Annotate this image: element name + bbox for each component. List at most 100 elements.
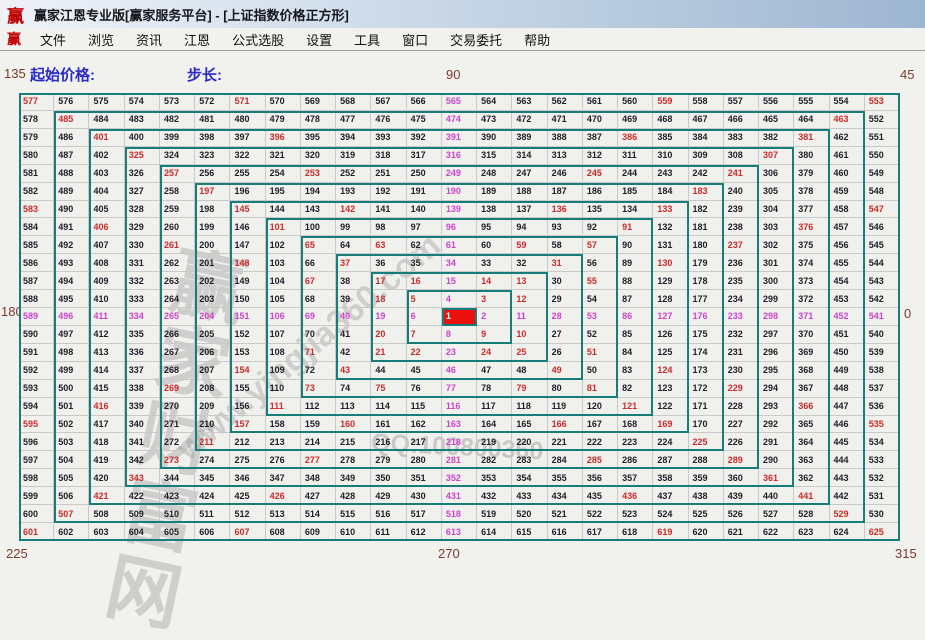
grid-cell: 592 (19, 362, 54, 380)
grid-cell: 375 (794, 236, 829, 254)
grid-cell: 354 (512, 469, 547, 487)
grid-cell: 319 (336, 147, 371, 165)
grid-cell: 614 (477, 523, 512, 541)
grid-cell: 44 (371, 362, 406, 380)
grid-cell: 7 (407, 326, 442, 344)
grid-cell: 511 (195, 505, 230, 523)
grid-cell: 86 (618, 308, 653, 326)
grid-cell: 150 (230, 290, 265, 308)
grid-cell: 22 (407, 344, 442, 362)
menu-item-7[interactable]: 窗口 (391, 28, 439, 51)
grid-cell: 47 (477, 362, 512, 380)
grid-cell: 372 (794, 290, 829, 308)
grid-cell: 584 (19, 218, 54, 236)
grid-cell: 391 (442, 129, 477, 147)
menu-item-0[interactable]: 文件 (29, 28, 77, 51)
grid-cell: 288 (689, 451, 724, 469)
grid-cell: 403 (89, 165, 124, 183)
grid-cell: 240 (724, 183, 759, 201)
grid-cell: 256 (195, 165, 230, 183)
grid-cell: 294 (759, 380, 794, 398)
menu-item-2[interactable]: 资讯 (125, 28, 173, 51)
grid-cell: 550 (865, 147, 900, 165)
grid-cell: 398 (195, 129, 230, 147)
grid-cell: 599 (19, 487, 54, 505)
grid-cell: 411 (89, 308, 124, 326)
grid-cell: 49 (548, 362, 583, 380)
menu-item-6[interactable]: 工具 (343, 28, 391, 51)
grid-cell: 134 (618, 201, 653, 219)
grid-cell: 312 (583, 147, 618, 165)
grid-cell: 76 (407, 380, 442, 398)
grid-cell: 299 (759, 290, 794, 308)
grid-cell: 526 (724, 505, 759, 523)
grid-cell: 455 (830, 254, 865, 272)
grid-cell: 96 (442, 218, 477, 236)
grid-cell: 432 (477, 487, 512, 505)
grid-cell: 77 (442, 380, 477, 398)
menu-item-4[interactable]: 公式选股 (221, 28, 295, 51)
grid-cell: 430 (407, 487, 442, 505)
grid-cell: 475 (407, 111, 442, 129)
grid-cell: 220 (512, 433, 547, 451)
grid-cell: 380 (794, 147, 829, 165)
grid-cell: 172 (689, 380, 724, 398)
grid-cell: 224 (653, 433, 688, 451)
grid-cell: 440 (759, 487, 794, 505)
grid-cell: 21 (371, 344, 406, 362)
grid-cell: 362 (794, 469, 829, 487)
grid-cell: 546 (865, 218, 900, 236)
grid-cell: 118 (512, 398, 547, 416)
grid-cell: 304 (759, 201, 794, 219)
grid-cell: 370 (794, 326, 829, 344)
grid-cell: 137 (512, 201, 547, 219)
grid-cell: 296 (759, 344, 794, 362)
grid-cell: 572 (195, 93, 230, 111)
grid-cell: 88 (618, 272, 653, 290)
grid-cell: 98 (371, 218, 406, 236)
menu-item-9[interactable]: 帮助 (513, 28, 561, 51)
grid-cell: 237 (724, 236, 759, 254)
grid-cell: 183 (689, 183, 724, 201)
grid-cell: 141 (371, 201, 406, 219)
grid-cell: 486 (54, 129, 89, 147)
grid-cell: 257 (160, 165, 195, 183)
grid-cell: 438 (689, 487, 724, 505)
menu-item-3[interactable]: 江恩 (173, 28, 221, 51)
grid-cell: 269 (160, 380, 195, 398)
grid-cell: 78 (477, 380, 512, 398)
grid-cell: 234 (724, 290, 759, 308)
grid-cell: 338 (125, 380, 160, 398)
grid-cell: 187 (548, 183, 583, 201)
grid-cell: 217 (407, 433, 442, 451)
grid-cell: 507 (54, 505, 89, 523)
grid-cell: 516 (371, 505, 406, 523)
grid-cell: 103 (266, 254, 301, 272)
grid-cell: 67 (301, 272, 336, 290)
grid-cell: 192 (371, 183, 406, 201)
gann-square-grid: 5775765755745735725715705695685675665655… (19, 93, 900, 541)
grid-cell: 131 (653, 236, 688, 254)
grid-cell: 64 (336, 236, 371, 254)
grid-cell: 297 (759, 326, 794, 344)
grid-cell: 156 (230, 398, 265, 416)
grid-cell: 164 (477, 416, 512, 434)
grid-cell: 169 (653, 416, 688, 434)
menu-item-5[interactable]: 设置 (295, 28, 343, 51)
grid-cell: 268 (160, 362, 195, 380)
grid-cell: 565 (442, 93, 477, 111)
grid-cell: 142 (336, 201, 371, 219)
grid-cell: 531 (865, 487, 900, 505)
grid-cell: 536 (865, 398, 900, 416)
menu-item-8[interactable]: 交易委托 (439, 28, 513, 51)
grid-cell: 198 (195, 201, 230, 219)
grid-cell: 606 (195, 523, 230, 541)
grid-cell: 535 (865, 416, 900, 434)
menu-item-1[interactable]: 浏览 (77, 28, 125, 51)
grid-cell: 443 (830, 469, 865, 487)
grid-cell: 178 (689, 272, 724, 290)
grid-cell: 55 (583, 272, 618, 290)
grid-cell: 151 (230, 308, 265, 326)
grid-cell: 378 (794, 183, 829, 201)
grid-cell: 574 (125, 93, 160, 111)
